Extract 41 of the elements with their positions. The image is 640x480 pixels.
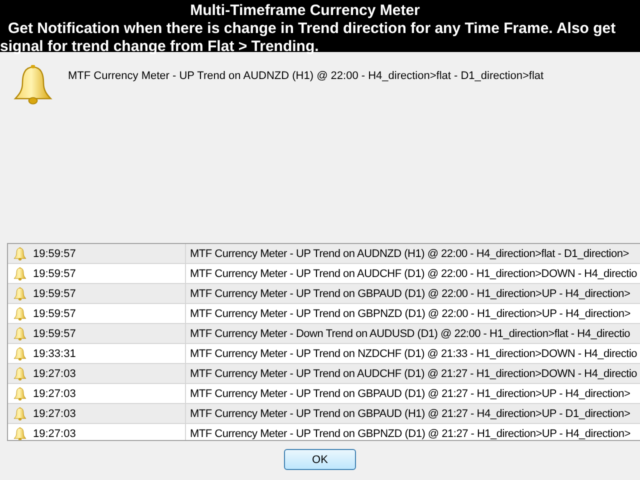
bell-icon — [13, 266, 27, 280]
message-text: MTF Currency Meter - UP Trend on AUDCHF (D1) @ 22:00 - H1_direction>DOWN - H4_directio — [189, 268, 638, 280]
bell-icon — [13, 366, 27, 380]
time-text: 19:27:03 — [33, 368, 76, 380]
time-text: 19:27:03 — [33, 428, 76, 440]
time-text: 19:27:03 — [33, 408, 76, 420]
list-row[interactable]: 19:59:57 MTF Currency Meter - UP Trend on GBPAUD (D1) @ 22:00 - H1_direction>UP - H4_direction> — [8, 284, 640, 304]
bell-icon — [13, 346, 27, 360]
time-text: 19:59:57 — [33, 248, 76, 260]
bell-icon — [13, 306, 27, 320]
bell-icon — [13, 426, 27, 440]
message-text: MTF Currency Meter - UP Trend on GBPNZD (D1) @ 21:27 - H1_direction>UP - H4_direction> — [189, 428, 630, 440]
time-text: 19:59:57 — [33, 288, 76, 300]
list-row[interactable]: 19:59:57 MTF Currency Meter - Down Trend on AUDUSD (D1) @ 22:00 - H1_direction>flat - H4_directio — [8, 324, 640, 344]
ok-button[interactable]: OK — [284, 449, 356, 470]
list-row[interactable]: 19:27:03 MTF Currency Meter - UP Trend on GBPAUD (H1) @ 21:27 - H4_direction>UP - D1_direction> — [8, 404, 640, 424]
time-text: 19:59:57 — [33, 328, 76, 340]
message-text: MTF Currency Meter - UP Trend on GBPAUD (D1) @ 21:27 - H1_direction>UP - H4_direction> — [189, 388, 630, 400]
list-row[interactable]: 19:59:57 MTF Currency Meter - UP Trend on AUDNZD (H1) @ 22:00 - H4_direction>flat - D1_direction> — [8, 244, 640, 264]
time-text: 19:59:57 — [33, 308, 76, 320]
bell-icon — [13, 286, 27, 300]
bell-icon — [12, 64, 54, 106]
list-row[interactable]: 19:27:03 MTF Currency Meter - UP Trend on GBPNZD (D1) @ 21:27 - H1_direction>UP - H4_direction> — [8, 424, 640, 440]
time-text: 19:59:57 — [33, 268, 76, 280]
message-text: MTF Currency Meter - UP Trend on GBPAUD (H1) @ 21:27 - H4_direction>UP - D1_direction> — [189, 408, 630, 420]
time-text: 19:33:31 — [33, 348, 76, 360]
message-text: MTF Currency Meter - UP Trend on GBPAUD (D1) @ 22:00 - H1_direction>UP - H4_direction> — [189, 288, 630, 300]
message-text: MTF Currency Meter - Down Trend on AUDUSD (D1) @ 22:00 - H1_direction>flat - H4_directio — [189, 328, 630, 340]
bell-icon — [13, 406, 27, 420]
message-text: MTF Currency Meter - UP Trend on NZDCHF (D1) @ 21:33 - H1_direction>DOWN - H4_directio — [189, 348, 638, 360]
message-text: MTF Currency Meter - UP Trend on AUDNZD (H1) @ 22:00 - H4_direction>flat - D1_direction> — [189, 248, 629, 260]
description: Get Notification when there is change in Trend direction for any Time Frame. Also get signal for trend change from Flat > Trending. — [0, 20, 617, 56]
message-text: MTF Currency Meter - UP Trend on GBPNZD (D1) @ 22:00 - H1_direction>UP - H4_direction> — [189, 308, 630, 320]
time-text: 19:27:03 — [33, 388, 76, 400]
bell-icon — [13, 246, 27, 260]
alert-message: MTF Currency Meter - UP Trend on AUDNZD (H1) @ 22:00 - H4_direction>flat - D1_direction>flat — [68, 70, 544, 82]
bell-icon — [13, 326, 27, 340]
bell-icon — [13, 386, 27, 400]
message-text: MTF Currency Meter - UP Trend on AUDCHF (D1) @ 21:27 - H1_direction>DOWN - H4_directio — [189, 368, 638, 380]
title: Multi-Timeframe Currency Meter — [189, 2, 421, 20]
list-row[interactable]: 19:27:03 MTF Currency Meter - UP Trend on AUDCHF (D1) @ 21:27 - H1_direction>DOWN - H4_directio — [8, 364, 640, 384]
